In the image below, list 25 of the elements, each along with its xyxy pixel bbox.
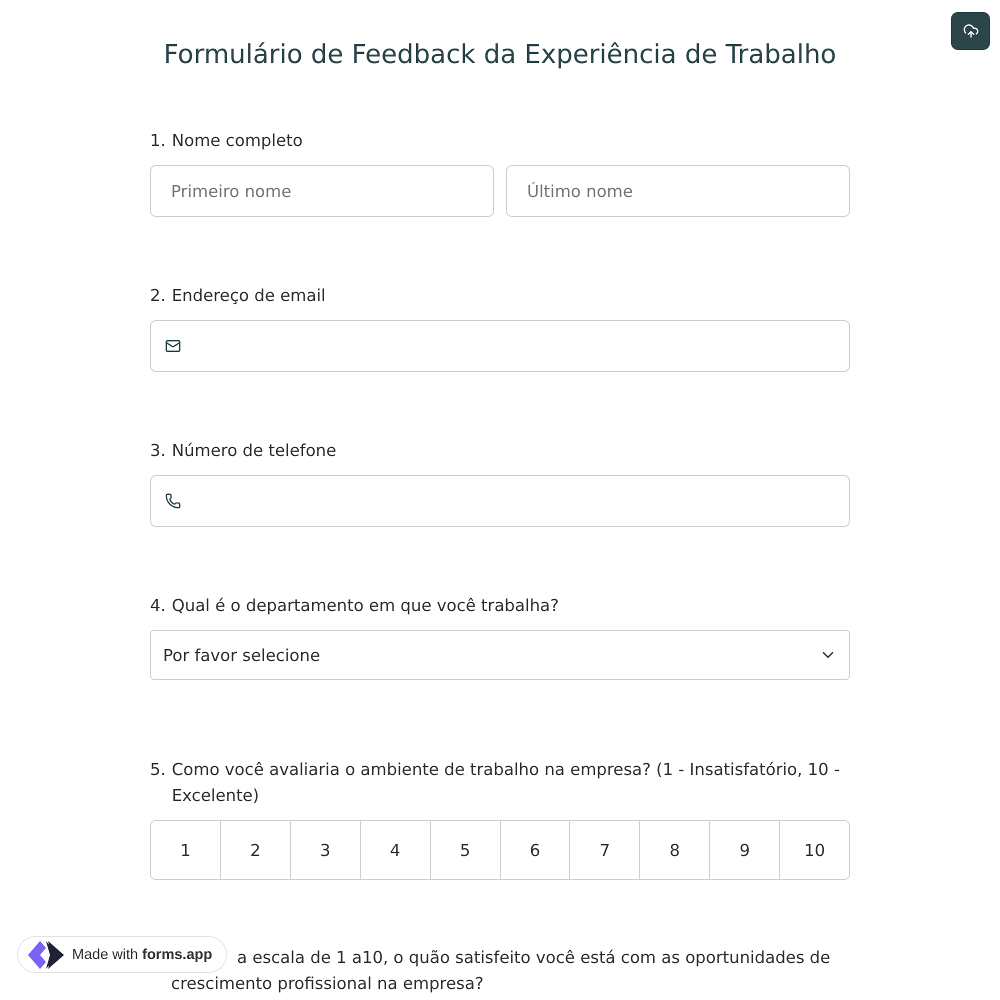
question-number: 5. (150, 759, 166, 781)
made-with-badge[interactable]: Made with forms.app (17, 936, 228, 973)
question-label: Número de telefone (172, 440, 336, 462)
department-dropdown[interactable]: Por favor selecione (150, 630, 850, 680)
email-field[interactable] (150, 320, 850, 372)
rating-option[interactable]: 10 (779, 821, 849, 879)
phone-icon (165, 493, 181, 509)
name-field[interactable]: Primeiro nome (150, 165, 494, 217)
question-label: Endereço de email (172, 285, 326, 307)
question-number: 3. (150, 440, 166, 462)
question-label: Qual é o departamento em que você trabalha? (172, 595, 559, 617)
badge-text: Made with forms.app (72, 946, 212, 962)
question-label: a escala de 1 a10, o quão satisfeito você está com as oportunidades de (237, 947, 830, 969)
question-number: 1. (150, 130, 166, 152)
question-number: 4. (150, 595, 166, 617)
upload-icon (962, 23, 978, 39)
question-number: 2. (150, 285, 166, 307)
mail-icon (165, 338, 181, 354)
form-title: Formulário de Feedback da Experiência de Trabalho (162, 40, 838, 70)
question-label: Como você avaliaria o ambiente de trabalho na empresa? (1 - Insatisfatório, 10 - Excelente) (172, 759, 841, 807)
question-label: Nome completo (172, 130, 303, 152)
upload-button[interactable] (951, 12, 990, 50)
phone-field[interactable] (150, 475, 850, 527)
question-label: crescimento profissional na empresa? (171, 973, 484, 995)
name-field[interactable]: Último nome (506, 165, 850, 217)
